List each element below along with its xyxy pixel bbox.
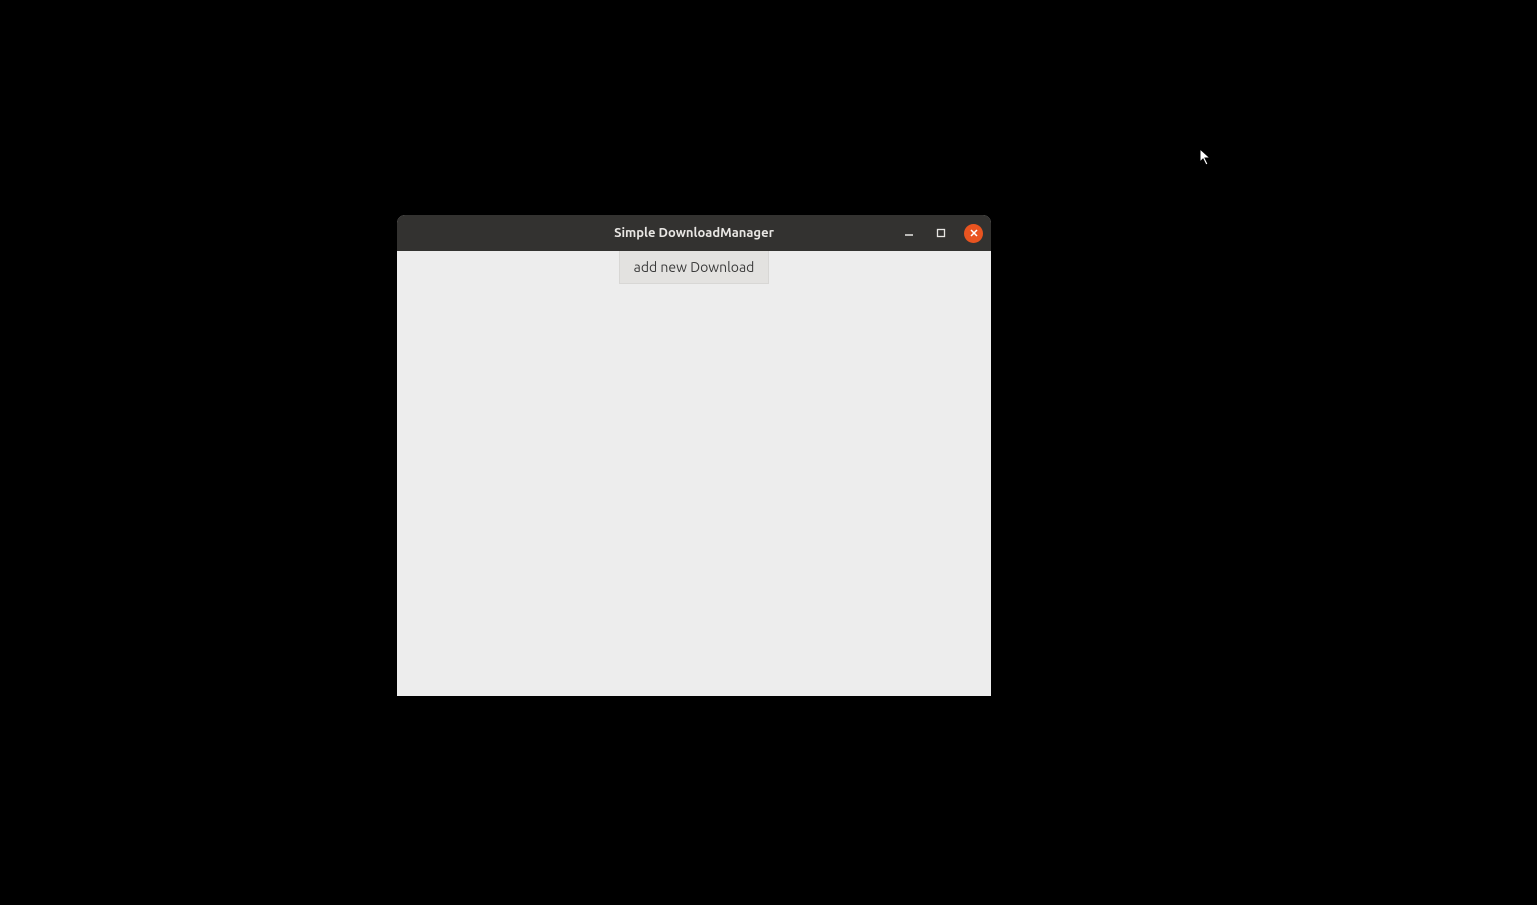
app-window: Simple DownloadManager add new Download xyxy=(397,215,991,696)
close-icon xyxy=(969,228,979,238)
mouse-cursor-icon xyxy=(1199,148,1213,168)
window-controls xyxy=(900,215,983,251)
maximize-icon xyxy=(936,228,946,238)
minimize-button[interactable] xyxy=(900,224,918,242)
window-body: add new Download xyxy=(397,251,991,696)
titlebar[interactable]: Simple DownloadManager xyxy=(397,215,991,251)
add-download-button[interactable]: add new Download xyxy=(619,251,770,284)
close-button[interactable] xyxy=(964,224,983,243)
minimize-icon xyxy=(904,228,914,238)
maximize-button[interactable] xyxy=(932,224,950,242)
window-title: Simple DownloadManager xyxy=(614,226,774,240)
